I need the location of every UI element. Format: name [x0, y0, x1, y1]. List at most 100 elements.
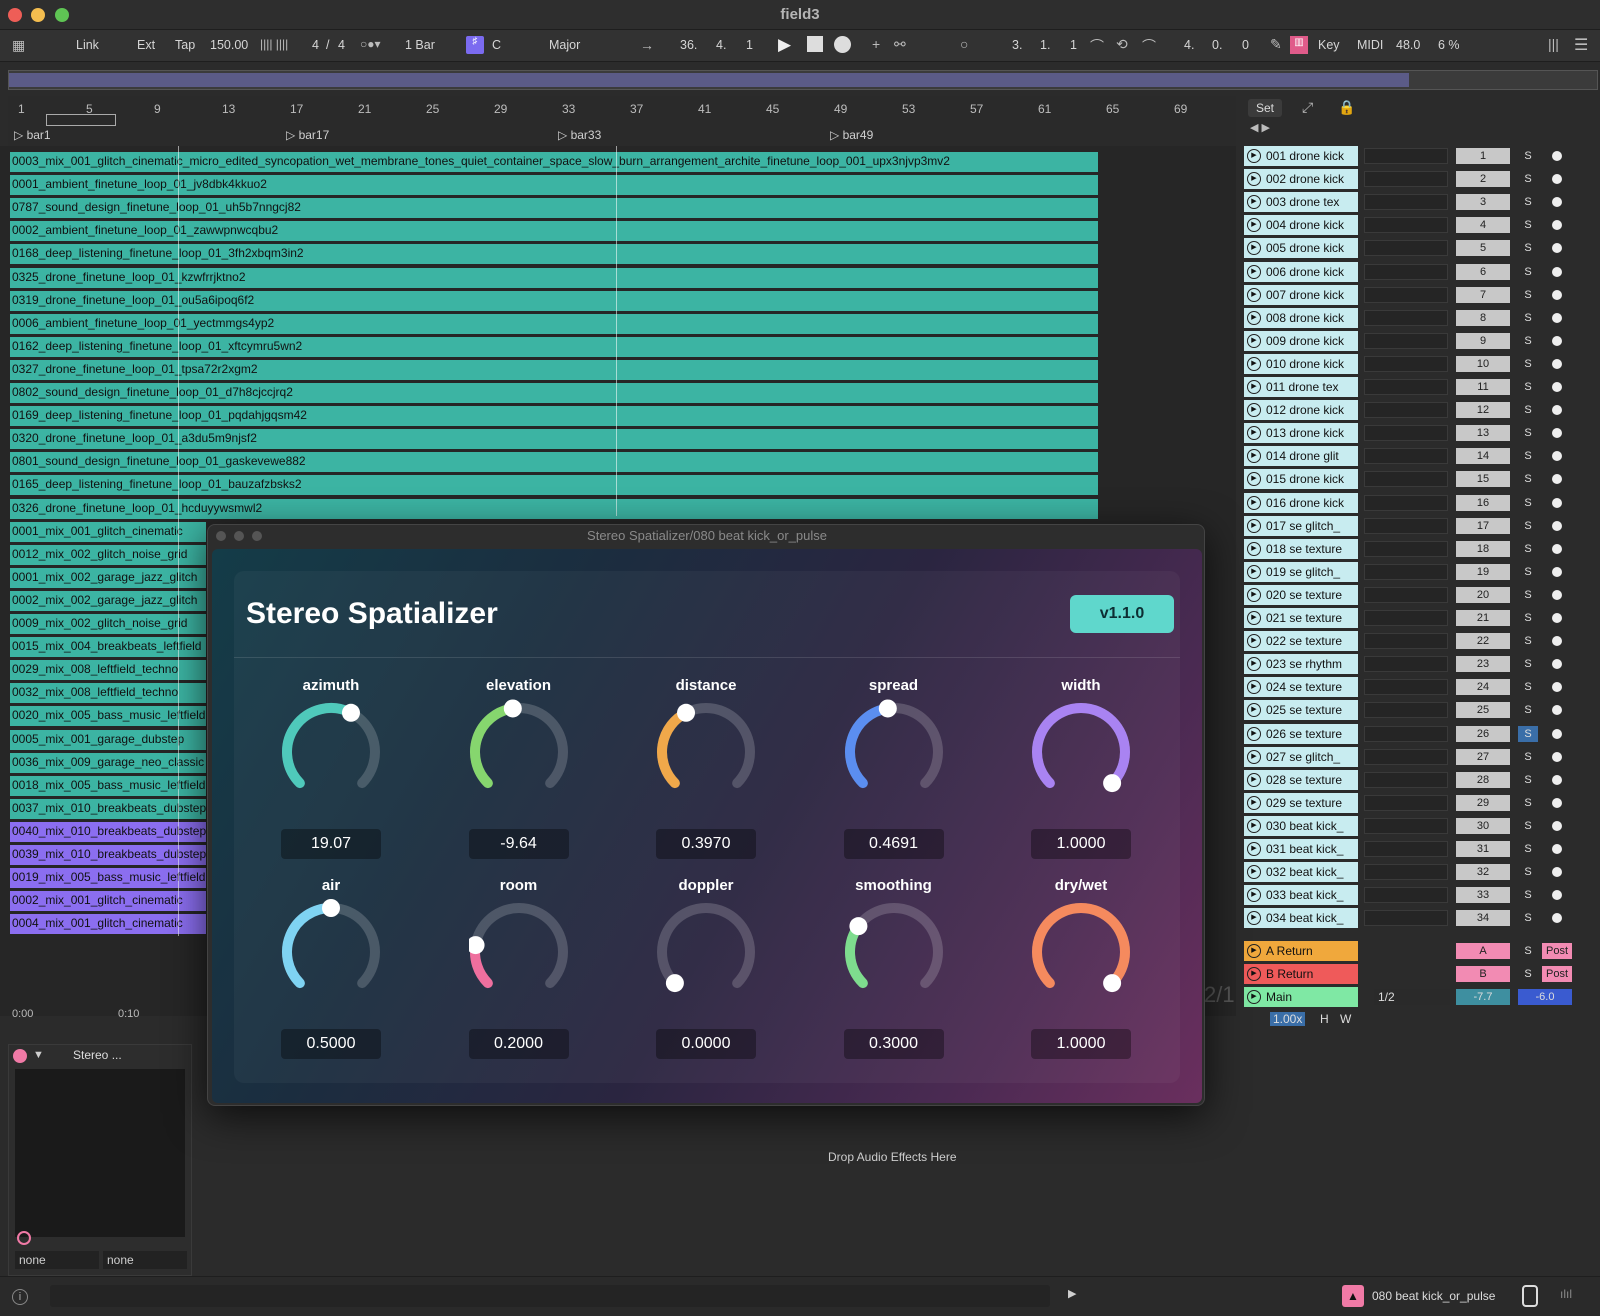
loop-circle-icon[interactable]: ○: [960, 36, 968, 52]
solo-button[interactable]: S: [1518, 633, 1538, 649]
play-clip-icon[interactable]: ▶: [1247, 195, 1261, 210]
main-track-header[interactable]: ▶ Main: [1244, 987, 1358, 1007]
audio-clip[interactable]: 0036_mix_009_garage_neo_classic: [10, 752, 206, 773]
track-header[interactable]: ▶ 009 drone kick: [1244, 330, 1358, 351]
track-header[interactable]: ▶ 017 se glitch_: [1244, 515, 1358, 536]
audio-clip[interactable]: 0320_drone_finetune_loop_01_a3du5m9njsf2: [10, 429, 1098, 450]
audio-clip[interactable]: 0029_mix_008_leftfield_techno: [10, 660, 206, 681]
track-activator[interactable]: 13: [1456, 425, 1510, 442]
solo-button[interactable]: S: [1518, 310, 1538, 326]
knob-room[interactable]: room 0.2000: [454, 877, 584, 1073]
play-clip-icon[interactable]: ▶: [1247, 772, 1261, 787]
post-toggle[interactable]: Post: [1542, 966, 1572, 982]
arm-button[interactable]: [1552, 913, 1562, 924]
solo-button[interactable]: S: [1518, 864, 1538, 880]
view-toggle-icon[interactable]: ▦: [12, 37, 25, 54]
audio-clip[interactable]: 0018_mix_005_bass_music_leftfield: [10, 775, 206, 796]
knob-value[interactable]: 1.0000: [1031, 1029, 1131, 1059]
record-icon[interactable]: [834, 36, 851, 53]
play-clip-icon[interactable]: ▶: [1247, 149, 1261, 163]
play-clip-icon[interactable]: ▶: [1247, 241, 1261, 256]
audio-clip[interactable]: 0001_ambient_finetune_loop_01_jv8dbk4kku…: [10, 175, 1098, 196]
solo-button[interactable]: S: [1518, 725, 1538, 742]
track-toggle-icon[interactable]: [1522, 1285, 1538, 1307]
track-activator[interactable]: 32: [1456, 864, 1510, 881]
track-activator[interactable]: 28: [1456, 771, 1510, 788]
audio-clip[interactable]: 0002_ambient_finetune_loop_01_zawwpnwcqb…: [10, 221, 1098, 242]
play-clip-icon[interactable]: ▶: [1247, 472, 1261, 487]
solo-button[interactable]: S: [1518, 425, 1538, 441]
stop-icon[interactable]: [807, 36, 823, 52]
audio-clip[interactable]: 0019_mix_005_bass_music_leftfield: [10, 868, 206, 889]
track-header[interactable]: ▶ 022 se texture: [1244, 631, 1358, 652]
sig-den[interactable]: 4: [338, 38, 345, 52]
arm-button[interactable]: [1552, 451, 1562, 462]
nudge-icon[interactable]: |||| ||||: [260, 37, 288, 51]
tap-button[interactable]: Tap: [175, 38, 195, 52]
plugin-minimize-button[interactable]: [234, 531, 244, 541]
track-header[interactable]: ▶ 029 se texture: [1244, 792, 1358, 813]
audio-clip[interactable]: 0032_mix_008_leftfield_techno: [10, 683, 206, 704]
knob-value[interactable]: -9.64: [468, 829, 569, 859]
solo-button[interactable]: S: [1518, 217, 1538, 233]
solo-button[interactable]: S: [1518, 656, 1538, 672]
arm-button[interactable]: [1552, 266, 1562, 277]
solo-button[interactable]: S: [1518, 171, 1538, 187]
track-header[interactable]: ▶ 028 se texture: [1244, 769, 1358, 790]
send-label[interactable]: A: [1456, 943, 1510, 959]
arm-button[interactable]: [1552, 520, 1562, 531]
solo-button[interactable]: S: [1518, 841, 1538, 857]
track-activator[interactable]: 23: [1456, 656, 1510, 673]
solo-button[interactable]: S: [1518, 795, 1538, 811]
arm-button[interactable]: [1552, 428, 1562, 439]
track-activator[interactable]: 21: [1456, 610, 1510, 626]
solo-button[interactable]: S: [1518, 818, 1538, 834]
knob-dial[interactable]: [844, 897, 944, 1007]
track-header[interactable]: ▶ 031 beat kick_: [1244, 839, 1358, 859]
audio-clip[interactable]: 0012_mix_002_glitch_noise_grid: [10, 544, 206, 565]
arm-button[interactable]: [1552, 497, 1562, 508]
arm-button[interactable]: [1552, 197, 1562, 208]
tempo-field[interactable]: 150.00: [210, 38, 248, 52]
track-activator[interactable]: 19: [1456, 563, 1510, 580]
device-on-icon[interactable]: [13, 1049, 27, 1063]
track-activator[interactable]: 16: [1456, 494, 1510, 511]
audio-clip[interactable]: 0325_drone_finetune_loop_01_kzwfrrjktno2: [10, 267, 1098, 288]
track-header[interactable]: ▶ 019 se glitch_: [1244, 561, 1358, 582]
scale-mode-icon[interactable]: ♯: [466, 36, 484, 54]
audio-clip[interactable]: 0169_deep_listening_finetune_loop_01_pqd…: [10, 406, 1098, 427]
loop-length-bar[interactable]: 4.: [1184, 38, 1194, 52]
track-header[interactable]: ▶ 018 se texture: [1244, 538, 1358, 559]
position-bar[interactable]: 36.: [680, 38, 697, 52]
track-activator[interactable]: 31: [1456, 841, 1510, 857]
clip-warning-icon[interactable]: ▲: [1342, 1285, 1364, 1307]
play-clip-icon[interactable]: ▶: [1247, 888, 1261, 903]
knob-width[interactable]: width 1.0000: [1016, 677, 1146, 873]
knob-value[interactable]: 0.0000: [656, 1029, 756, 1059]
solo-button[interactable]: S: [1518, 518, 1538, 534]
play-clip-icon[interactable]: ▶: [1247, 310, 1261, 325]
track-activator[interactable]: 27: [1456, 748, 1510, 765]
solo-button[interactable]: S: [1518, 287, 1538, 303]
arm-button[interactable]: [1552, 613, 1562, 623]
solo-button[interactable]: S: [1518, 679, 1538, 695]
solo-button[interactable]: S: [1518, 356, 1538, 372]
track-header[interactable]: ▶ 007 drone kick: [1244, 284, 1358, 305]
play-clip-icon[interactable]: ▶: [1247, 795, 1261, 810]
play-clip-icon[interactable]: ▶: [1247, 403, 1261, 418]
knob-spread[interactable]: spread 0.4691: [829, 677, 959, 873]
play-clip-icon[interactable]: ▶: [1247, 611, 1261, 625]
play-clip-icon[interactable]: ▶: [1247, 218, 1261, 233]
ext-button[interactable]: Ext: [137, 38, 155, 52]
audio-clip[interactable]: 0003_mix_001_glitch_cinematic_micro_edit…: [10, 152, 1098, 172]
solo-button[interactable]: S: [1518, 910, 1538, 926]
play-clip-icon[interactable]: ▶: [1247, 426, 1261, 441]
play-icon[interactable]: ▶: [778, 35, 791, 55]
solo-button[interactable]: S: [1518, 402, 1538, 418]
track-header[interactable]: ▶ 001 drone kick: [1244, 146, 1358, 166]
input-select-2[interactable]: none: [103, 1251, 187, 1269]
track-activator[interactable]: 8: [1456, 309, 1510, 326]
arm-button[interactable]: [1552, 543, 1562, 554]
loop-start-bar[interactable]: 3.: [1012, 38, 1022, 52]
play-clip-icon[interactable]: ▶: [1247, 990, 1261, 1004]
